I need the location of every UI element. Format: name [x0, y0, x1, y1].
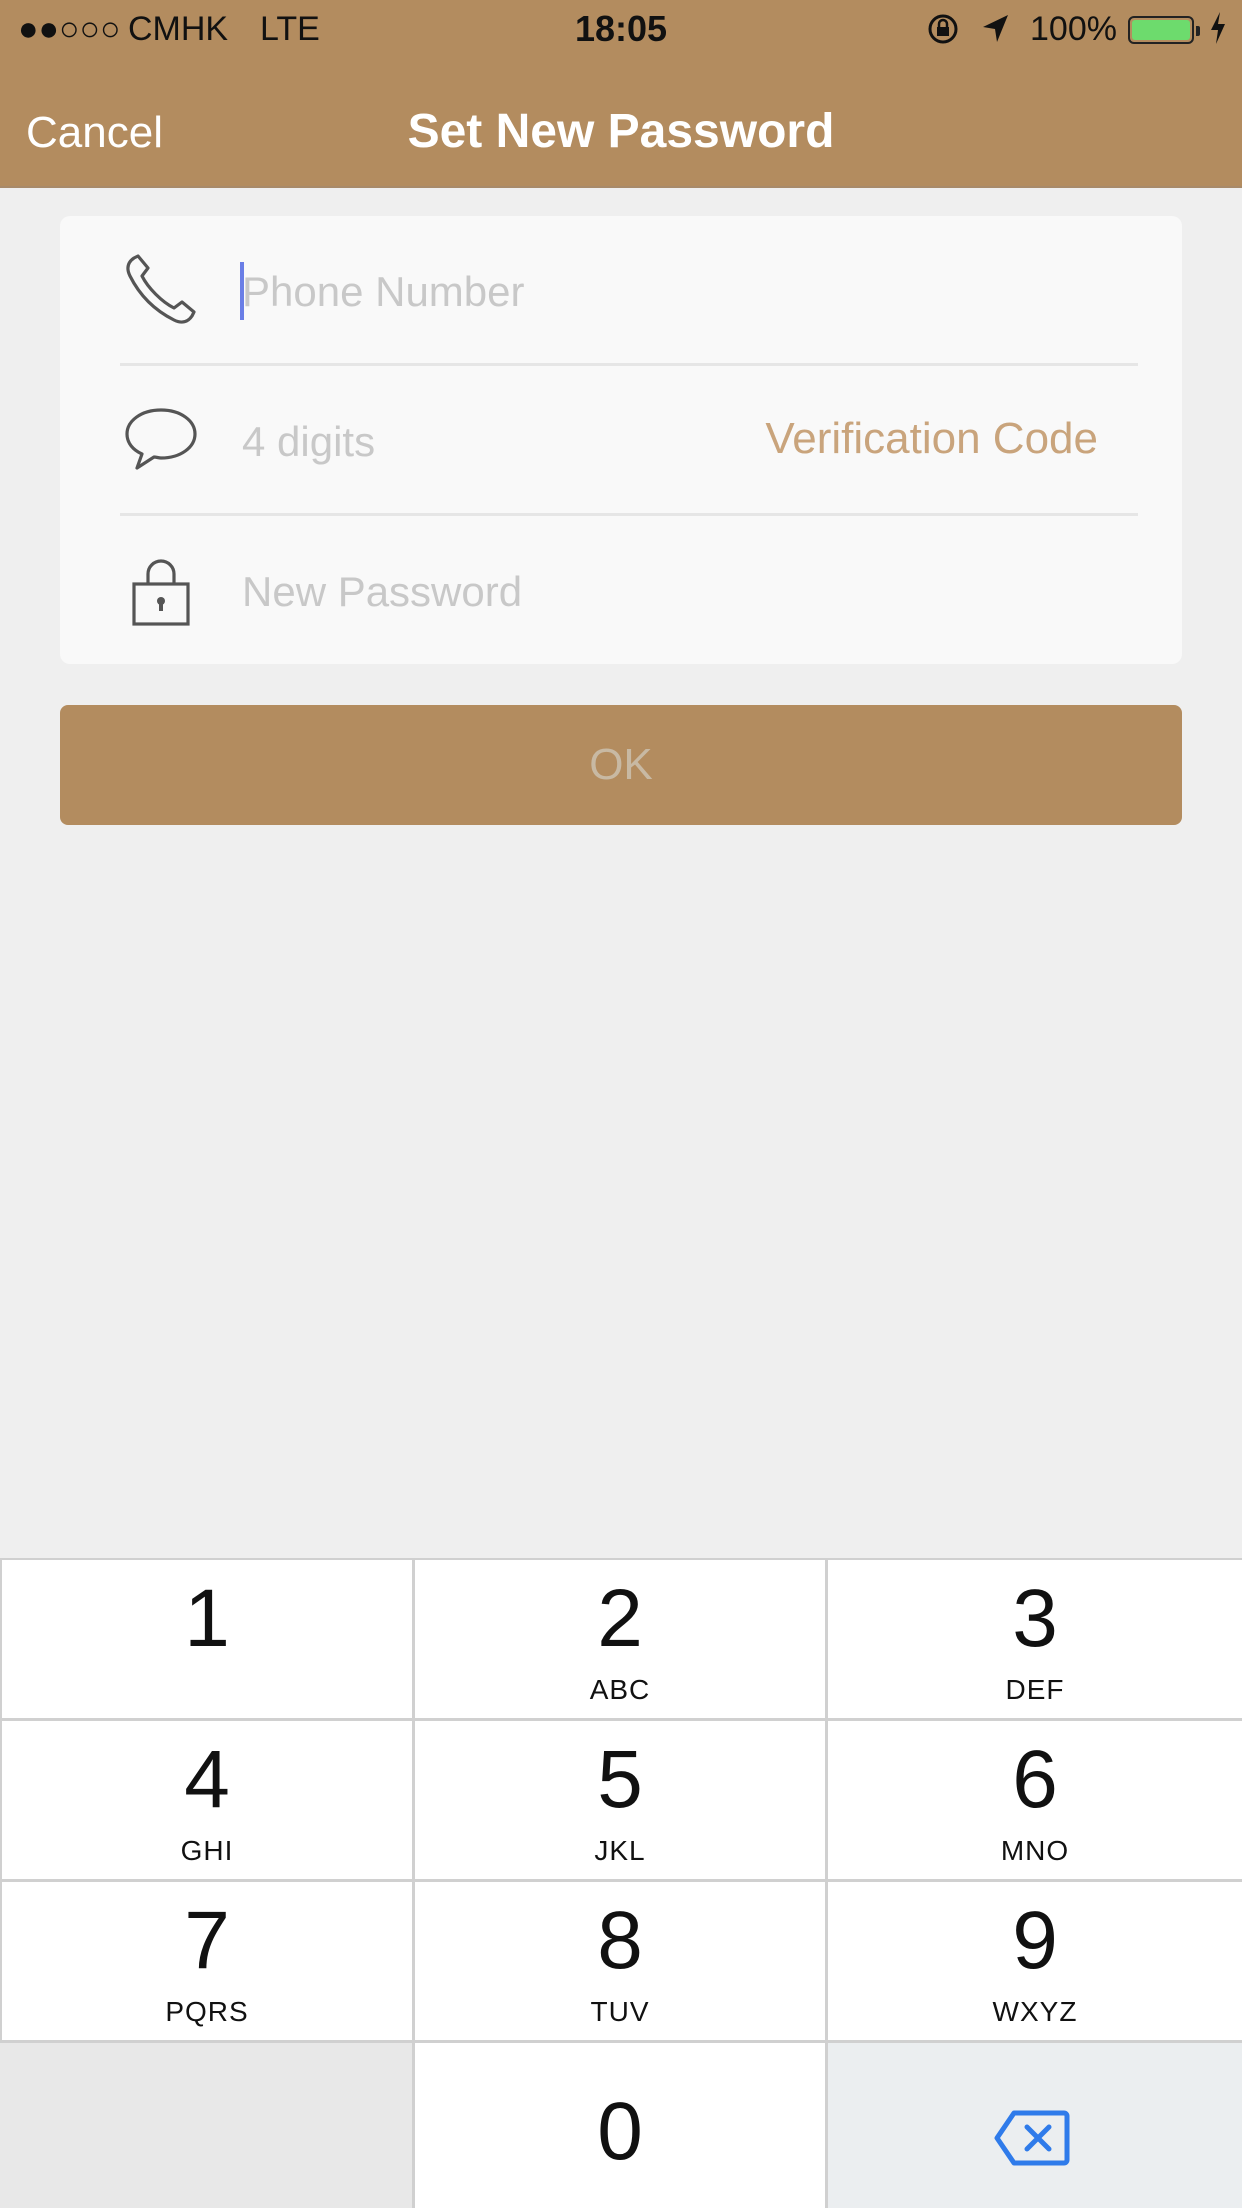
key-digit: 2	[597, 1573, 643, 1664]
key-letters: ABC	[589, 1674, 651, 1705]
text-cursor	[240, 262, 244, 320]
key-letters: GHI	[180, 1835, 234, 1866]
speech-bubble-icon	[118, 396, 204, 482]
phone-row	[60, 216, 1182, 366]
key-4[interactable]: 4 GHI	[2, 1721, 412, 1879]
delete-key[interactable]	[828, 2043, 1242, 2208]
key-letters: JKL	[594, 1835, 646, 1866]
key-2[interactable]: 2 ABC	[415, 1560, 825, 1718]
key-digit: 0	[597, 2086, 643, 2177]
battery-level-fill	[1132, 20, 1190, 40]
verification-code-input[interactable]	[240, 406, 844, 478]
key-digit: 8	[597, 1895, 643, 1986]
key-1[interactable]: 1	[2, 1560, 412, 1718]
key-7[interactable]: 7 PQRS	[2, 1882, 412, 2040]
password-row	[60, 516, 1182, 666]
key-digit: 7	[184, 1895, 230, 1986]
status-bar: ●●○○○ CMHK LTE 18:05 100%	[0, 0, 1242, 60]
battery-icon	[1128, 16, 1200, 44]
lock-icon	[118, 546, 204, 632]
key-letters: WXYZ	[992, 1996, 1078, 2027]
charging-bolt-icon	[1208, 10, 1228, 54]
battery-percentage: 100%	[1030, 10, 1117, 48]
key-8[interactable]: 8 TUV	[415, 1882, 825, 2040]
phone-number-input[interactable]	[240, 256, 844, 328]
rotation-lock-icon	[926, 12, 960, 55]
key-digit: 1	[184, 1573, 230, 1664]
key-digit: 3	[1012, 1573, 1058, 1664]
page-title: Set New Password	[407, 105, 835, 158]
key-letters: PQRS	[165, 1996, 249, 2027]
key-6[interactable]: 6 MNO	[828, 1721, 1242, 1879]
key-blank	[0, 2043, 412, 2208]
new-password-input[interactable]	[240, 556, 844, 628]
key-digit: 5	[597, 1734, 643, 1825]
key-digit: 9	[1012, 1895, 1058, 1986]
navigation-header: ●●○○○ CMHK LTE 18:05 100% Cancel Set New…	[0, 0, 1242, 188]
location-arrow-icon	[980, 12, 1010, 55]
key-letters: DEF	[1005, 1674, 1065, 1705]
ok-button[interactable]: OK	[60, 705, 1182, 825]
phone-icon	[118, 246, 204, 332]
key-0[interactable]: 0	[415, 2043, 825, 2208]
key-letters: MNO	[1000, 1835, 1070, 1866]
key-digit: 4	[184, 1734, 230, 1825]
verification-row: Verification Code	[60, 366, 1182, 516]
battery-tip	[1196, 26, 1200, 36]
backspace-icon	[994, 2110, 1070, 2166]
key-9[interactable]: 9 WXYZ	[828, 1882, 1242, 2040]
numeric-keypad: 1 2 ABC 3 DEF 4 GHI 5 JKL 6 MNO 7 PQRS 8…	[0, 1558, 1242, 2208]
get-verification-code-button[interactable]: Verification Code	[765, 414, 1098, 464]
key-3[interactable]: 3 DEF	[828, 1560, 1242, 1718]
key-5[interactable]: 5 JKL	[415, 1721, 825, 1879]
password-reset-form: Verification Code	[60, 216, 1182, 664]
key-letters: TUV	[590, 1996, 650, 2027]
key-digit: 6	[1012, 1734, 1058, 1825]
